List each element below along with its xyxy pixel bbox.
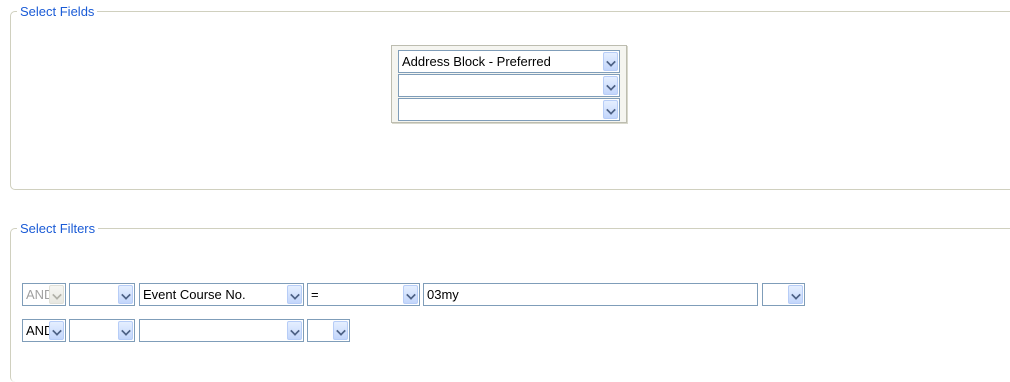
filter-2-open-paren-select[interactable] xyxy=(69,319,135,342)
filter-2-logic-select[interactable]: AND xyxy=(22,319,66,342)
chevron-down-icon[interactable] xyxy=(603,52,618,71)
filter-1-logic-select: AND xyxy=(22,283,66,306)
filter-1-operator-value: = xyxy=(311,287,319,302)
chevron-down-icon[interactable] xyxy=(287,285,302,304)
chevron-down-icon[interactable] xyxy=(49,321,64,340)
select-filters-legend: Select Filters xyxy=(20,221,96,236)
filter-1-value-input[interactable]: 03my xyxy=(423,283,758,306)
chevron-down-icon[interactable] xyxy=(118,285,133,304)
chevron-down-icon[interactable] xyxy=(403,285,418,304)
filter-1-operator-select[interactable]: = xyxy=(307,283,420,306)
field-select-2[interactable] xyxy=(398,74,620,97)
filter-1-close-paren-select[interactable] xyxy=(762,283,805,306)
field-select-1[interactable]: Address Block - Preferred xyxy=(398,50,620,73)
filter-1-field-value: Event Course No. xyxy=(143,287,246,302)
filter-1-open-paren-select[interactable] xyxy=(69,283,135,306)
chevron-down-icon[interactable] xyxy=(788,285,803,304)
field-select-3[interactable] xyxy=(398,98,620,121)
chevron-down-icon[interactable] xyxy=(603,76,618,95)
filter-2-close-paren-select[interactable] xyxy=(307,319,350,342)
filter-2-field-select[interactable] xyxy=(139,319,304,342)
select-fields-legend: Select Fields xyxy=(20,4,95,19)
field-select-1-value: Address Block - Preferred xyxy=(402,54,551,69)
chevron-down-icon[interactable] xyxy=(118,321,133,340)
chevron-down-icon[interactable] xyxy=(603,100,618,119)
chevron-down-icon[interactable] xyxy=(333,321,348,340)
chevron-down-icon xyxy=(49,285,64,304)
chevron-down-icon[interactable] xyxy=(287,321,302,340)
filter-1-value-text: 03my xyxy=(427,287,459,302)
filter-1-field-select[interactable]: Event Course No. xyxy=(139,283,304,306)
fields-panel: Address Block - Preferred xyxy=(391,45,627,123)
